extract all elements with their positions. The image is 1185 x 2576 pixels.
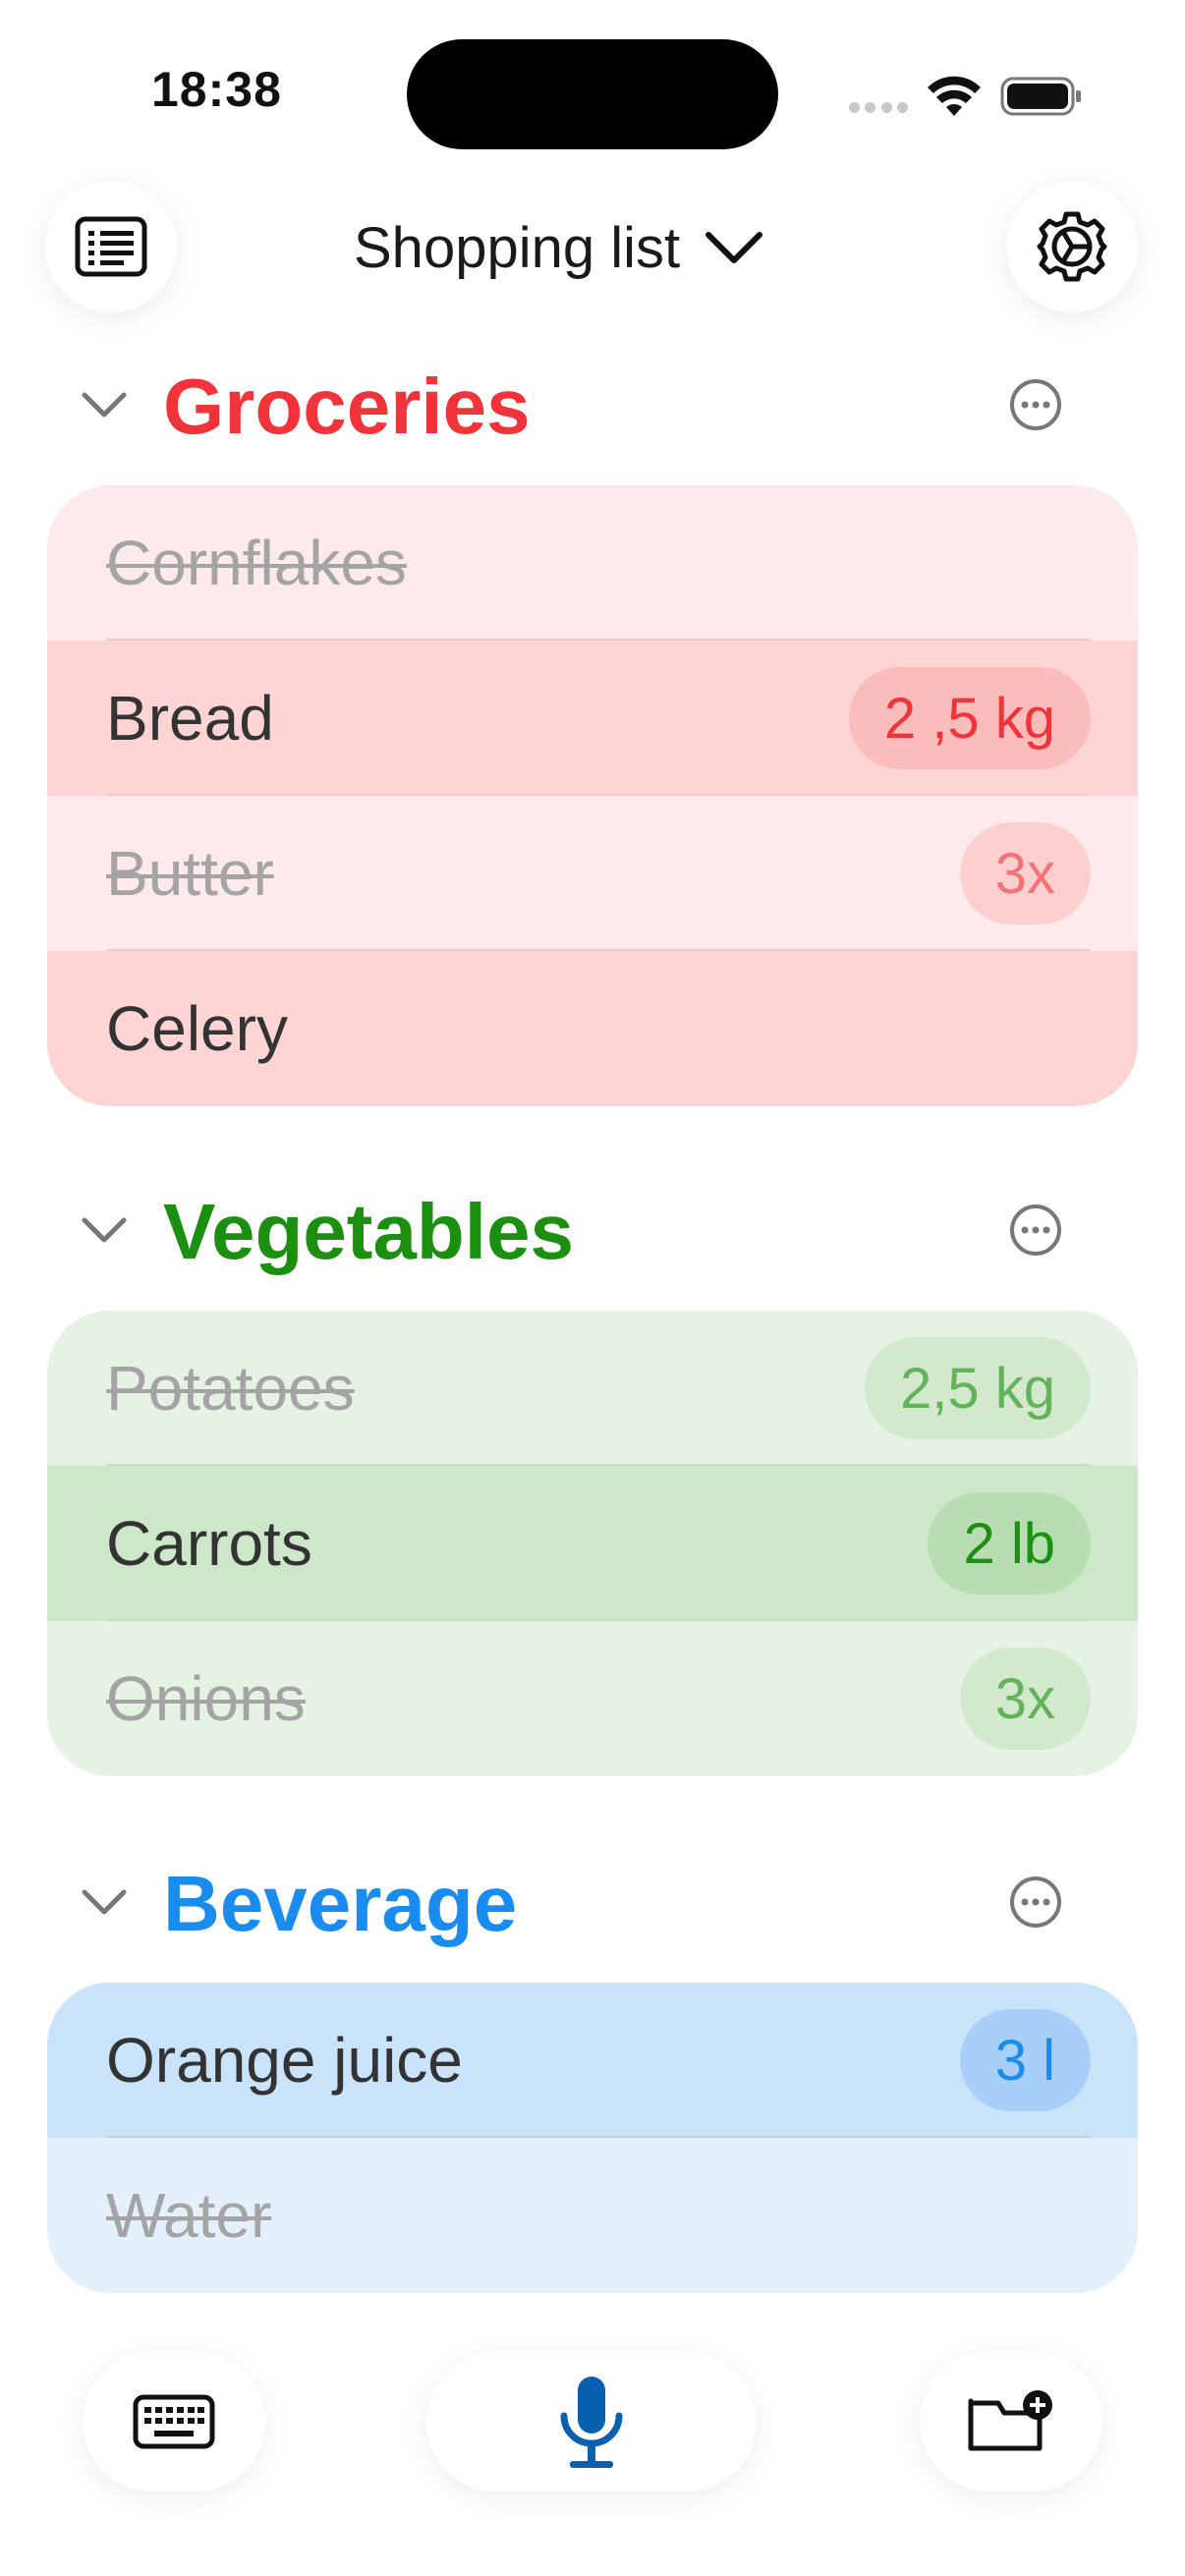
item-label: Butter <box>106 838 274 909</box>
cellular-signal-icon <box>849 102 908 114</box>
battery-icon <box>1000 77 1081 116</box>
chevron-down-icon[interactable] <box>79 387 130 422</box>
list-item[interactable]: Onions 3x <box>47 1621 1138 1776</box>
list-item[interactable]: Carrots 2 lb <box>47 1466 1138 1621</box>
section-card-groceries: Cornflakes Bread 2 ,5 kg Butter 3x Celery <box>47 485 1138 1106</box>
chevron-down-icon <box>705 232 763 263</box>
list-item[interactable]: Water <box>47 2138 1138 2293</box>
status-time: 18:38 <box>151 62 282 117</box>
section-card-vegetables: Potatoes 2,5 kg Carrots 2 lb Onions 3x <box>47 1311 1138 1776</box>
item-label: Celery <box>106 993 288 1064</box>
item-label: Potatoes <box>106 1353 355 1424</box>
microphone-icon <box>560 2377 623 2468</box>
section-header-groceries: Groceries <box>0 356 1185 454</box>
item-label: Carrots <box>106 1508 312 1579</box>
quantity-badge[interactable]: 2 lb <box>928 1492 1091 1595</box>
chevron-down-icon[interactable] <box>79 1884 130 1920</box>
section-title: Beverage <box>163 1860 518 1947</box>
dynamic-island <box>407 39 778 149</box>
list-item[interactable]: Potatoes 2,5 kg <box>47 1311 1138 1466</box>
list-item[interactable]: Bread 2 ,5 kg <box>47 641 1138 796</box>
folder-add-icon <box>968 2390 1052 2451</box>
more-options-icon[interactable] <box>1008 1875 1063 1930</box>
list-item[interactable]: Cornflakes <box>47 485 1138 641</box>
add-folder-button[interactable] <box>920 2352 1102 2492</box>
keyboard-icon <box>133 2394 215 2449</box>
section-header-beverage: Beverage <box>0 1853 1185 1951</box>
list-item[interactable]: Orange juice 3 l <box>47 1983 1138 2138</box>
item-label: Orange juice <box>106 2025 463 2096</box>
quantity-badge[interactable]: 3x <box>959 822 1091 924</box>
gear-icon <box>1037 211 1107 282</box>
quantity-badge[interactable]: 2 ,5 kg <box>848 667 1091 769</box>
list-item[interactable]: Celery <box>47 951 1138 1106</box>
voice-input-button[interactable] <box>426 2352 757 2492</box>
quantity-badge[interactable]: 3 l <box>959 2009 1091 2111</box>
item-label: Bread <box>106 683 274 754</box>
list-item[interactable]: Butter 3x <box>47 796 1138 951</box>
item-label: Cornflakes <box>106 528 407 598</box>
wifi-icon <box>928 76 981 116</box>
list-selector[interactable]: Shopping list <box>354 206 764 289</box>
settings-button[interactable] <box>1006 181 1138 312</box>
page-title: Shopping list <box>354 215 681 280</box>
list-icon <box>75 216 147 277</box>
section-title: Vegetables <box>163 1188 575 1275</box>
chevron-down-icon[interactable] <box>79 1212 130 1248</box>
item-label: Onions <box>106 1663 306 1734</box>
item-label: Water <box>106 2180 272 2251</box>
more-options-icon[interactable] <box>1008 377 1063 432</box>
section-title: Groceries <box>163 363 531 450</box>
more-options-icon[interactable] <box>1008 1203 1063 1258</box>
keyboard-button[interactable] <box>83 2352 265 2492</box>
quantity-badge[interactable]: 3x <box>959 1648 1091 1750</box>
quantity-badge[interactable]: 2,5 kg <box>865 1337 1091 1439</box>
section-card-beverage: Orange juice 3 l Water <box>47 1983 1138 2293</box>
section-header-vegetables: Vegetables <box>0 1181 1185 1279</box>
list-view-button[interactable] <box>45 181 177 312</box>
